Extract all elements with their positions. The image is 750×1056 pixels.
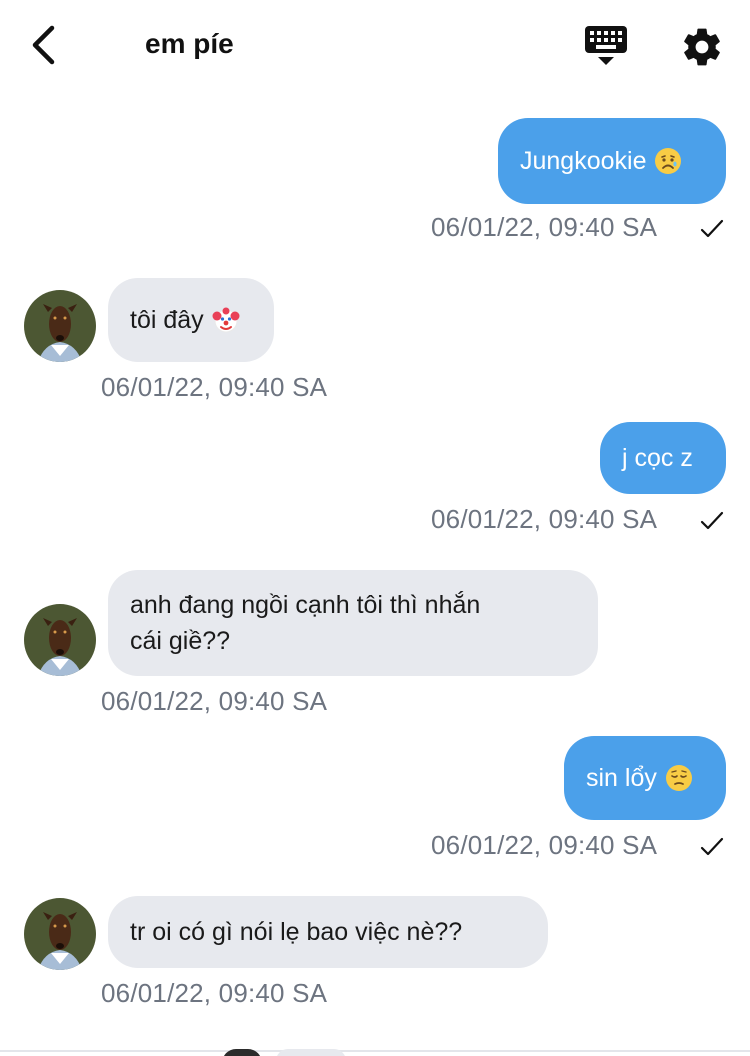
message-text-line: anh đang ngồi cạnh tôi thì nhắn xyxy=(130,591,481,619)
keyboard-icon xyxy=(585,26,627,65)
incoming-message-bubble[interactable]: tôi đây xyxy=(108,278,274,362)
message-text: j cọc z xyxy=(622,444,693,472)
outgoing-message-bubble[interactable]: Jungkookie xyxy=(498,118,726,204)
outgoing-message-bubble[interactable]: sin lổy xyxy=(564,736,726,820)
divider xyxy=(0,1050,750,1052)
read-check-icon xyxy=(700,219,724,238)
contact-avatar[interactable] xyxy=(24,290,96,362)
dog-avatar-image xyxy=(24,604,96,676)
incoming-message-bubble[interactable]: anh đang ngồi cạnh tôi thì nhắn cái giề?… xyxy=(108,570,598,676)
pensive-face-emoji-icon xyxy=(665,765,692,791)
read-check-icon xyxy=(700,837,724,856)
outgoing-message-bubble[interactable]: j cọc z xyxy=(600,422,726,494)
message-text-line: cái giề?? xyxy=(130,627,231,655)
chat-screen: em píe Jungkookie 06/01/22, 09:40 SA tôi… xyxy=(0,0,750,1056)
message-text: anh đang ngồi cạnh tôi thì nhắn cái giề?… xyxy=(130,587,480,659)
message-timestamp: 06/01/22, 09:40 SA xyxy=(101,686,328,716)
next-bubble-peek xyxy=(276,1049,346,1056)
message-timestamp: 06/01/22, 09:40 SA xyxy=(431,504,658,534)
keyboard-button[interactable] xyxy=(582,24,630,68)
incoming-message-bubble[interactable]: tr oi có gì nói lẹ bao việc nè?? xyxy=(108,896,548,968)
chevron-left-icon xyxy=(32,25,55,65)
settings-button[interactable] xyxy=(680,25,724,69)
message-timestamp: 06/01/22, 09:40 SA xyxy=(101,372,328,402)
message-text: sin lổy xyxy=(586,764,657,792)
contact-avatar[interactable] xyxy=(24,604,96,676)
back-button[interactable] xyxy=(26,22,66,68)
message-timestamp: 06/01/22, 09:40 SA xyxy=(431,830,658,860)
contact-avatar[interactable] xyxy=(24,898,96,970)
read-check-icon xyxy=(700,511,724,530)
message-text: Jungkookie xyxy=(520,147,647,175)
gear-icon xyxy=(684,28,720,66)
chat-header: em píe xyxy=(0,0,750,92)
worried-face-emoji-icon xyxy=(655,148,682,174)
message-timestamp: 06/01/22, 09:40 SA xyxy=(431,212,658,242)
message-text: tôi đây xyxy=(130,306,204,334)
dog-avatar-image xyxy=(24,898,96,970)
dog-avatar-image xyxy=(24,290,96,362)
clown-face-emoji-icon xyxy=(212,307,240,333)
chat-title[interactable]: em píe xyxy=(145,28,234,60)
message-timestamp: 06/01/22, 09:40 SA xyxy=(101,978,328,1008)
message-text: tr oi có gì nói lẹ bao việc nè?? xyxy=(130,918,463,946)
